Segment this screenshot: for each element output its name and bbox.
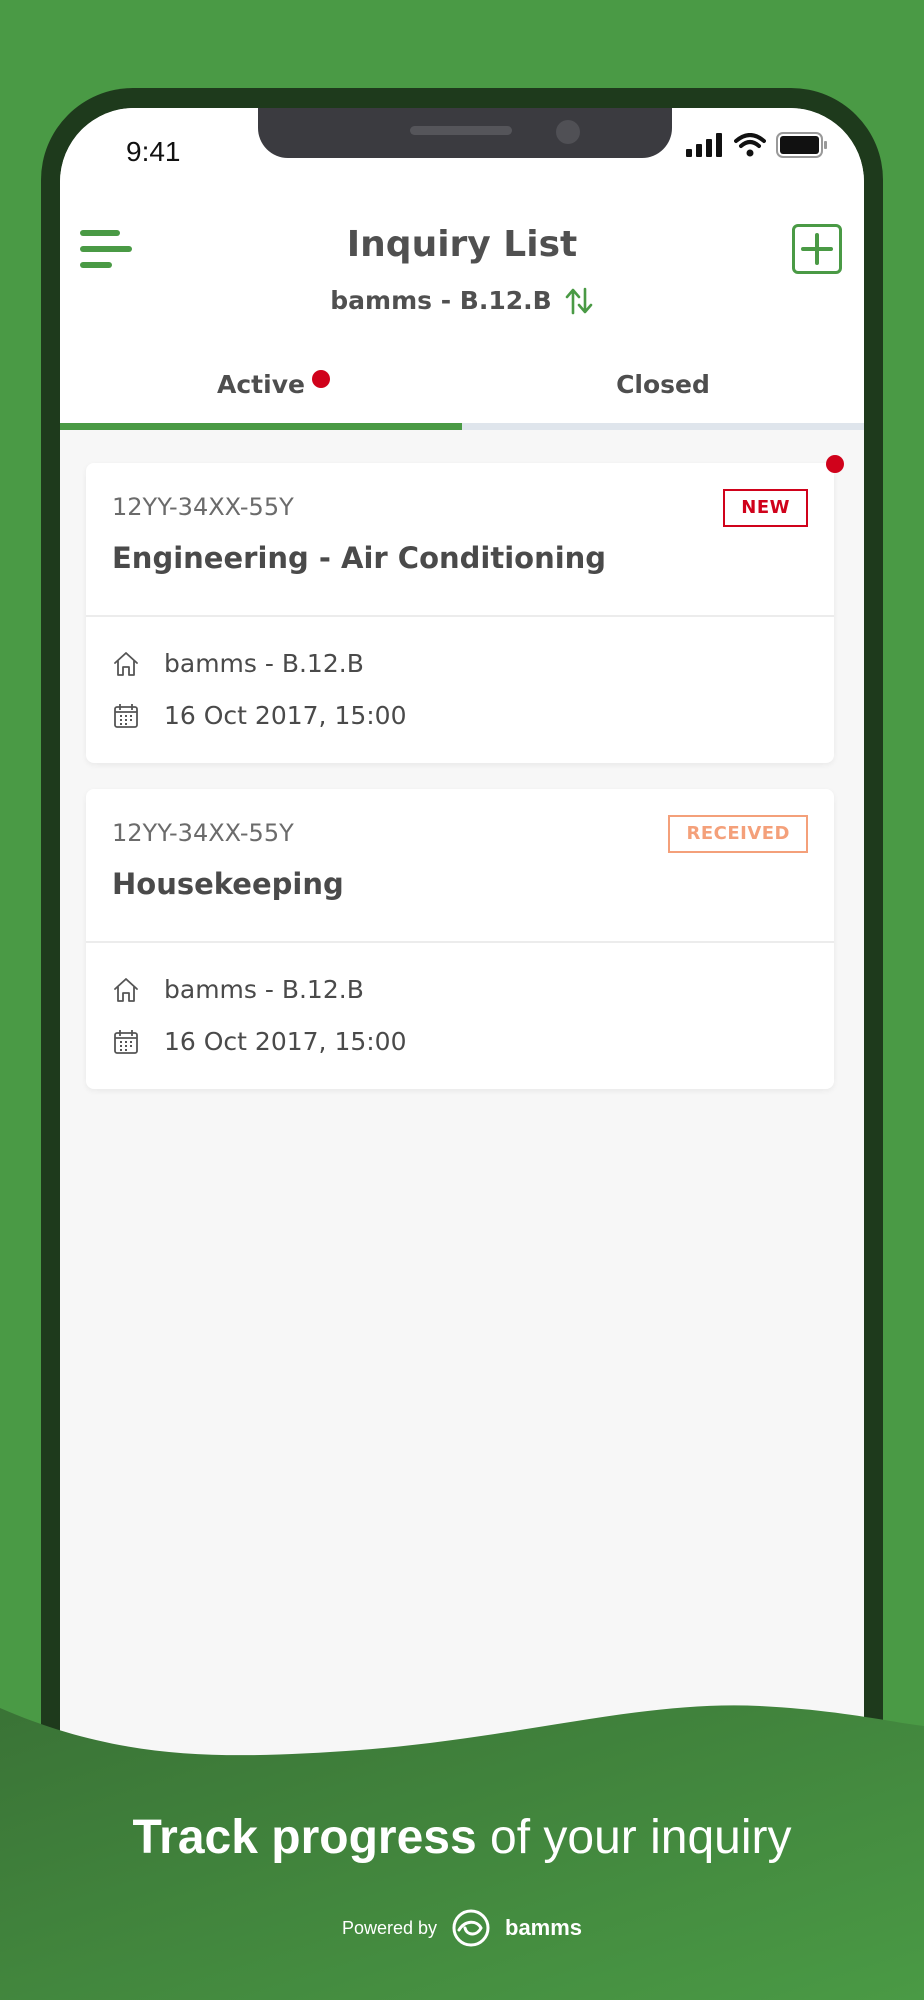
inquiry-datetime: 16 Oct 2017, 15:00 [164, 701, 407, 730]
status-icons [686, 132, 828, 158]
inquiry-location: bamms - B.12.B [164, 975, 364, 1004]
current-location: bamms - B.12.B [330, 286, 552, 315]
inquiry-code: 12YY-34XX-55Y [112, 493, 294, 521]
signal-icon [686, 133, 722, 157]
tab-notification-dot [312, 370, 330, 388]
home-icon [114, 977, 138, 1002]
datetime-row: 16 Oct 2017, 15:00 [112, 1027, 407, 1056]
tab-label: Closed [616, 370, 710, 399]
card-divider [86, 941, 834, 943]
tagline: Track progress of your inquiry [0, 1810, 924, 1865]
add-inquiry-button[interactable] [792, 224, 842, 274]
battery-icon [776, 132, 827, 158]
datetime-row: 16 Oct 2017, 15:00 [112, 701, 407, 730]
front-camera [556, 120, 580, 144]
brand-name: bamms [505, 1915, 583, 1940]
tagline-bold: Track progress [132, 1811, 477, 1864]
unread-dot [826, 455, 844, 473]
wifi-icon [734, 133, 766, 157]
tab-track [462, 423, 864, 430]
tab-closed[interactable]: Closed [462, 348, 864, 430]
tab-label: Active [217, 370, 305, 399]
tab-active[interactable]: Active [60, 348, 462, 430]
add-square-icon [801, 233, 833, 265]
powered-by-footer: Powered by bamms [0, 1908, 924, 1948]
card-divider [86, 615, 834, 617]
inquiry-title: Engineering - Air Conditioning [112, 541, 607, 575]
powered-by-label: Powered by [341, 1917, 437, 1938]
home-icon [114, 651, 138, 676]
tagline-light: of your inquiry [476, 1811, 792, 1864]
inquiry-datetime: 16 Oct 2017, 15:00 [164, 1027, 407, 1056]
location-switcher[interactable]: bamms - B.12.B [60, 286, 864, 315]
bamms-logo-icon [452, 1909, 490, 1947]
calendar-icon [114, 1029, 138, 1054]
calendar-icon [114, 703, 138, 728]
inquiry-card[interactable]: 12YY-34XX-55Y NEW Engineering - Air Cond… [86, 455, 844, 763]
inquiry-location: bamms - B.12.B [164, 649, 364, 678]
location-row: bamms - B.12.B [112, 649, 364, 678]
inquiry-code: 12YY-34XX-55Y [112, 819, 294, 847]
speaker-grille [410, 126, 512, 135]
inquiry-title: Housekeeping [112, 867, 344, 901]
page-title: Inquiry List [346, 224, 578, 265]
swap-vertical-icon [565, 287, 593, 314]
location-row: bamms - B.12.B [112, 975, 364, 1004]
phone-notch [258, 108, 672, 158]
status-badge: RECEIVED [668, 815, 808, 853]
status-badge: NEW [723, 489, 808, 527]
tab-active-indicator [60, 423, 462, 430]
phone-screen: 9:41 Inquiry List bamms - B.12.B Active … [60, 108, 864, 1968]
inquiry-card[interactable]: 12YY-34XX-55Y RECEIVED Housekeeping bamm… [86, 789, 834, 1089]
status-time: 9:41 [126, 136, 181, 167]
